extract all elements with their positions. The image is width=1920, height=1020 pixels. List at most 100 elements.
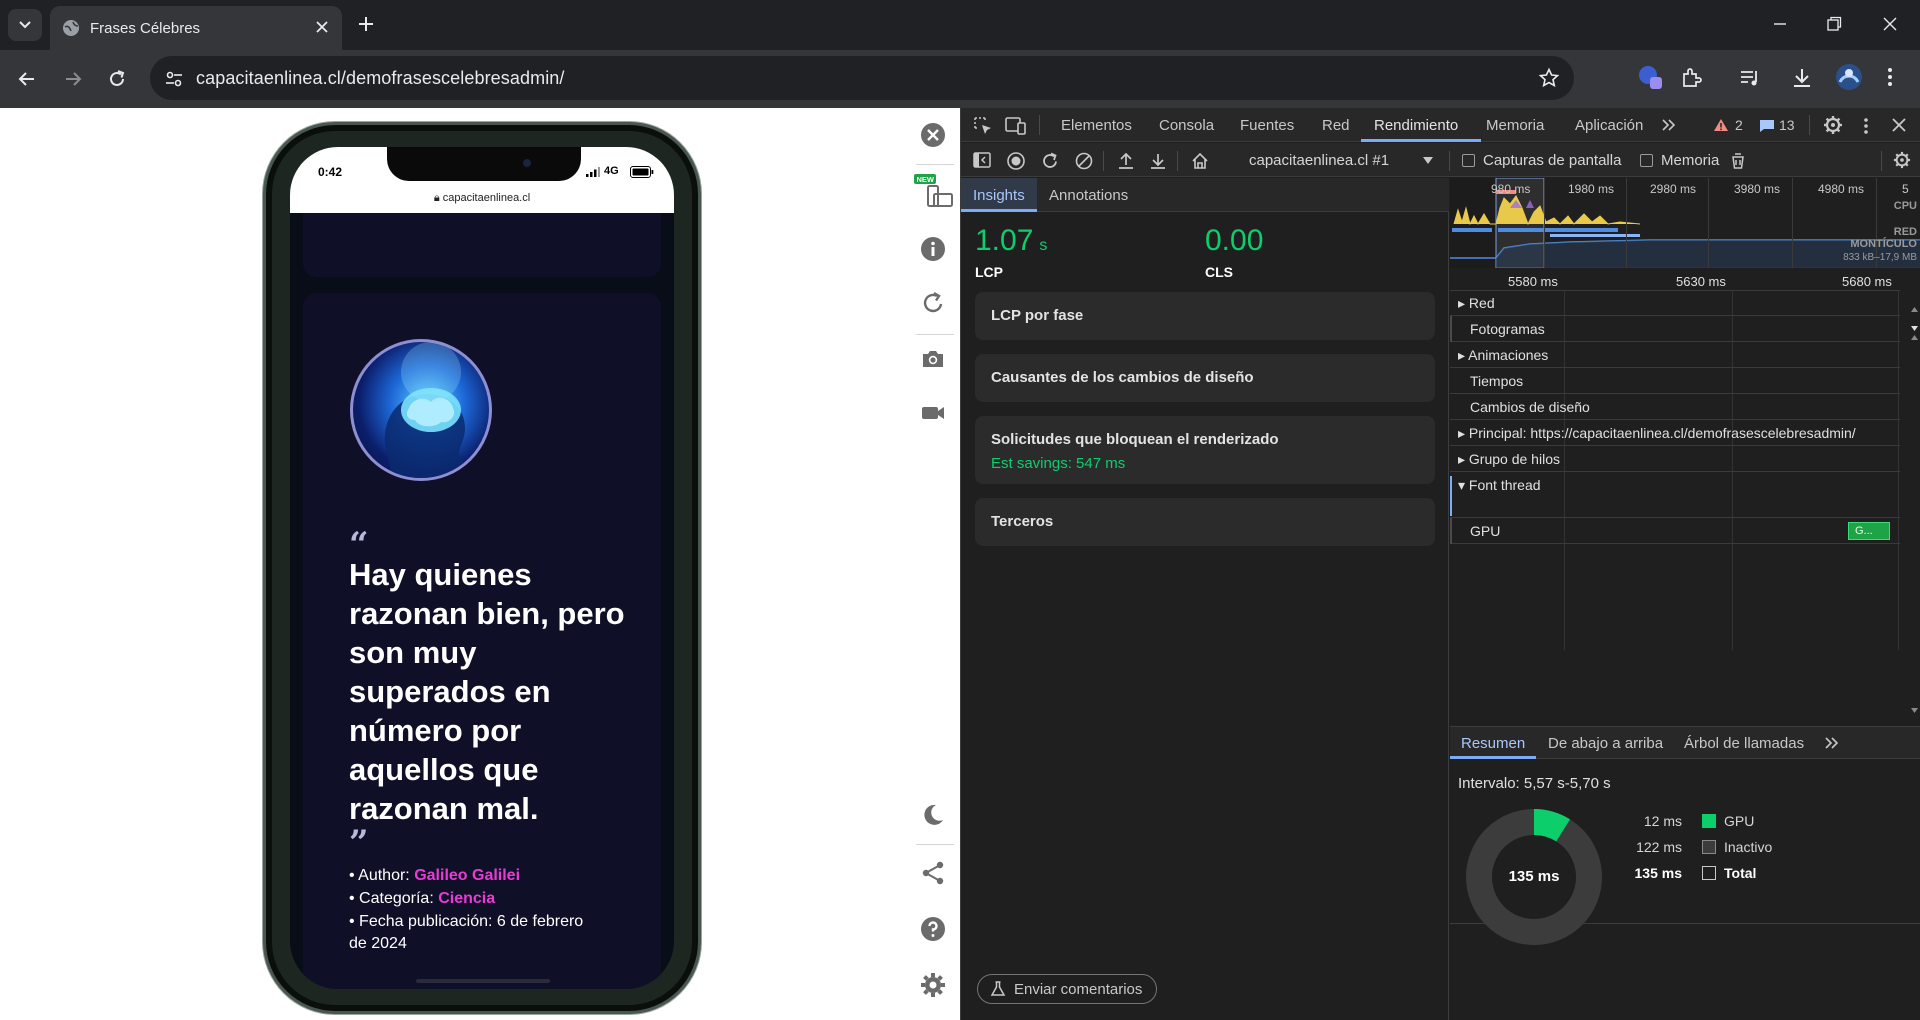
date-text-cont: de 2024 (349, 935, 407, 952)
toggle-device-icon[interactable] (1005, 116, 1027, 136)
insight-third-parties[interactable]: Terceros (975, 498, 1435, 546)
track-red[interactable]: ▸ Red (1450, 290, 1900, 316)
timeline-overview[interactable]: 980 ms 1980 ms 2980 ms 3980 ms 4980 ms 5… (1450, 178, 1920, 268)
record-video-icon[interactable] (920, 400, 946, 426)
help-icon[interactable] (920, 916, 946, 942)
devtools-settings-icon[interactable] (1823, 115, 1843, 135)
dark-mode-moon-icon[interactable] (920, 802, 946, 828)
tab-fuentes[interactable]: Fuentes (1240, 117, 1294, 134)
messages-icon[interactable] (1759, 119, 1775, 133)
browser-tab-active[interactable]: Frases Célebres (50, 6, 342, 50)
track-font-thread[interactable]: ▾ Font thread (1450, 472, 1900, 518)
lcp-value[interactable]: 1.07 s (975, 224, 1047, 258)
share-icon[interactable] (920, 860, 946, 886)
new-badge: NEW (917, 175, 935, 184)
extensions-puzzle-icon[interactable] (1680, 66, 1704, 90)
back-button[interactable] (16, 68, 38, 90)
screenshots-label: Capturas de pantalla (1483, 152, 1622, 169)
cls-value[interactable]: 0.00 (1205, 224, 1263, 258)
track-gpu[interactable]: GPU G... (1450, 518, 1900, 544)
device-mode-icon[interactable]: NEW (914, 174, 954, 210)
rotate-icon[interactable] (920, 290, 946, 316)
track-label: Tiempos (1470, 373, 1524, 389)
messages-count[interactable]: 13 (1779, 117, 1795, 133)
tab-red[interactable]: Red (1322, 117, 1350, 134)
record-icon[interactable] (1007, 152, 1025, 170)
battery-icon (630, 166, 654, 178)
reload-button[interactable] (106, 68, 128, 90)
track-frames[interactable]: Fotogramas (1450, 316, 1900, 342)
settings-gear-icon[interactable] (920, 972, 946, 998)
downloads-icon[interactable] (1790, 66, 1814, 90)
menu-kebab-icon[interactable] (1886, 66, 1894, 88)
tab-search-button[interactable] (8, 9, 42, 41)
warning-icon[interactable] (1713, 118, 1729, 132)
bookmark-star-icon[interactable] (1538, 67, 1560, 89)
tab-summary[interactable]: Resumen (1461, 735, 1525, 752)
tab-elementos[interactable]: Elementos (1061, 117, 1132, 134)
ruler-tick: 5680 ms (1842, 274, 1892, 289)
dropdown-caret-icon[interactable] (1423, 157, 1433, 164)
track-label: GPU (1470, 523, 1501, 539)
address-bar[interactable]: capacitaenlinea.cl/demofrasescelebresadm… (150, 56, 1574, 100)
tab-rendimiento[interactable]: Rendimiento (1374, 117, 1458, 134)
track-animations[interactable]: ▸ Animaciones (1450, 342, 1900, 368)
summary-tabs: Resumen De abajo a arriba Árbol de llama… (1450, 727, 1920, 759)
new-tab-button[interactable] (354, 12, 378, 36)
close-window-button[interactable] (1880, 14, 1900, 34)
track-main[interactable]: ▸ Principal: https://capacitaenlinea.cl/… (1450, 420, 1900, 446)
media-controls-icon[interactable] (1738, 66, 1762, 90)
quote-card: “ Hay quienes razonan bien, pero son muy… (303, 293, 661, 989)
more-tabs-chevron-icon[interactable] (1661, 118, 1677, 132)
devtools-menu-icon[interactable] (1863, 117, 1869, 135)
restore-button[interactable] (1824, 14, 1844, 34)
close-emulator-icon[interactable] (920, 122, 946, 148)
category-link[interactable]: Ciencia (438, 890, 495, 907)
track-timings[interactable]: Tiempos (1450, 368, 1900, 394)
site-settings-icon[interactable] (164, 69, 184, 89)
send-feedback-button[interactable]: Enviar comentarios (977, 974, 1157, 1004)
upload-profile-icon[interactable] (1117, 152, 1135, 170)
clear-icon[interactable] (1075, 152, 1093, 170)
tab-call-tree[interactable]: Árbol de llamadas (1684, 735, 1804, 752)
home-icon[interactable] (1191, 152, 1209, 170)
tab-consola[interactable]: Consola (1159, 117, 1214, 134)
profile-avatar[interactable] (1834, 62, 1864, 92)
legend-value-total: 135 ms (1634, 865, 1682, 881)
screenshots-checkbox[interactable] (1462, 154, 1475, 167)
more-tabs-chevron-icon[interactable] (1824, 736, 1840, 750)
info-icon[interactable] (920, 236, 946, 262)
insight-layout-shifts[interactable]: Causantes de los cambios de diseño (975, 354, 1435, 402)
close-devtools-icon[interactable] (1891, 117, 1907, 133)
page-viewport: 0:42 4G 🔒︎ capacitaenlinea.cl “ Hay quie… (0, 108, 960, 1020)
warning-count[interactable]: 2 (1735, 117, 1743, 133)
extension-gemini-icon[interactable] (1636, 63, 1664, 91)
close-tab-icon[interactable] (314, 19, 330, 35)
sidebar-toggle-icon[interactable] (973, 152, 991, 168)
author-link[interactable]: Galileo Galilei (414, 867, 520, 884)
capture-settings-icon[interactable] (1893, 151, 1911, 169)
inspect-element-icon[interactable] (973, 116, 993, 136)
track-thread-pool[interactable]: ▸ Grupo de hilos (1450, 446, 1900, 472)
minimize-button[interactable] (1770, 14, 1790, 34)
legend-swatch-idle (1702, 840, 1716, 854)
forward-button[interactable] (62, 68, 84, 90)
reload-record-icon[interactable] (1041, 152, 1059, 170)
tab-aplicacion[interactable]: Aplicación (1575, 117, 1643, 134)
memory-checkbox[interactable] (1640, 154, 1653, 167)
insight-render-blocking[interactable]: Solicitudes que bloquean el renderizado … (975, 416, 1435, 484)
tab-annotations[interactable]: Annotations (1049, 187, 1128, 204)
screenshot-camera-icon[interactable] (920, 346, 946, 372)
track-layout-shifts[interactable]: Cambios de diseño (1450, 394, 1900, 420)
garbage-collect-icon[interactable] (1729, 152, 1747, 170)
gpu-task-label: G... (1855, 525, 1873, 537)
download-profile-icon[interactable] (1149, 152, 1167, 170)
tab-memoria[interactable]: Memoria (1486, 117, 1544, 134)
tab-bottom-up[interactable]: De abajo a arriba (1548, 735, 1663, 752)
tab-insights[interactable]: Insights (973, 187, 1025, 204)
url-text[interactable]: capacitaenlinea.cl/demofrasescelebresadm… (196, 68, 565, 89)
gpu-task-bar[interactable]: G... (1848, 522, 1890, 540)
timeline-scrollbar[interactable] (1908, 290, 1920, 726)
insight-lcp-phases[interactable]: LCP por fase (975, 292, 1435, 340)
recording-select[interactable]: capacitaenlinea.cl #1 (1249, 152, 1389, 169)
